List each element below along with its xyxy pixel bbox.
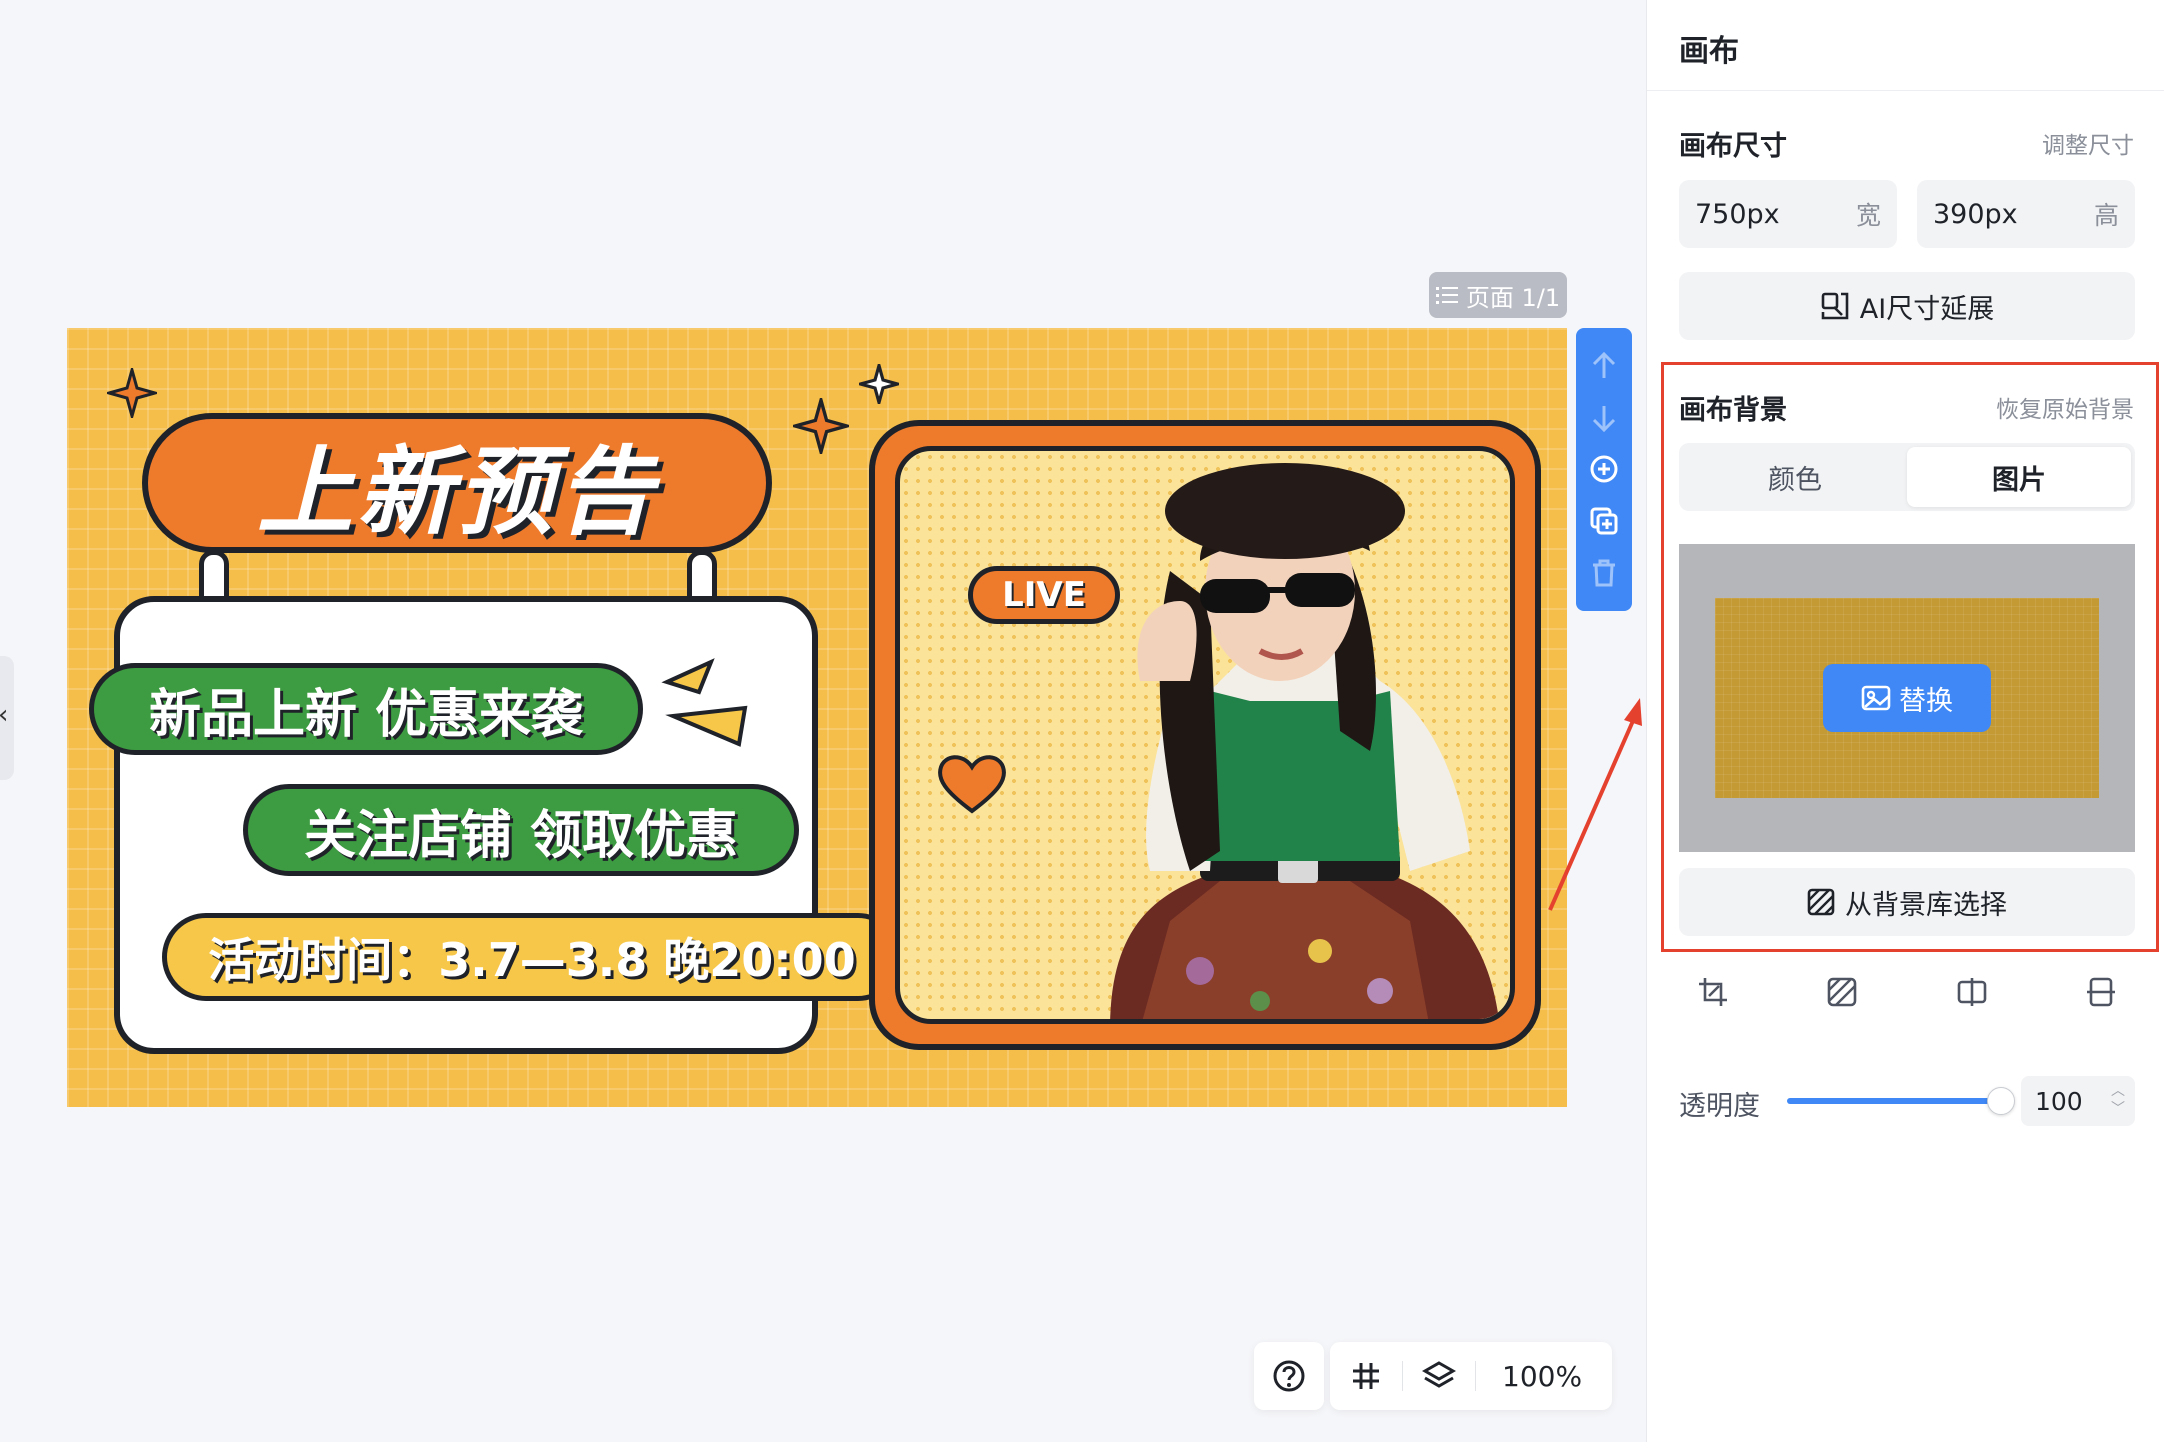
opacity-value: 100 (2035, 1086, 2083, 1116)
background-library-label: 从背景库选择 (1845, 889, 2007, 921)
opacity-slider-track[interactable] (1787, 1098, 1997, 1104)
ai-resize-icon (1821, 292, 1849, 320)
height-value: 390px (1933, 198, 2018, 230)
grid-icon (1353, 1363, 1379, 1389)
crop-icon (1699, 978, 1727, 1006)
toolbar-divider (1475, 1361, 1476, 1391)
flip-horizontal-button[interactable] (1952, 972, 1992, 1012)
banner-line2-pill: 关注店铺 领取优惠 (243, 784, 799, 876)
photo-area: LIVE (895, 446, 1515, 1024)
background-library-button[interactable]: 从背景库选择 (1679, 868, 2135, 936)
fill-pattern-button[interactable] (1822, 972, 1862, 1012)
chevron-left-icon: ‹ (0, 700, 8, 730)
flip-vertical-button[interactable] (2081, 972, 2121, 1012)
annotation-arrow (1548, 698, 1642, 911)
banner-line1: 新品上新 优惠来袭 (148, 684, 584, 745)
canvas-size-title: 画布尺寸 (1679, 131, 1787, 162)
move-up-button[interactable] (1588, 350, 1620, 382)
zoom-level[interactable]: 100% (1502, 1360, 1582, 1393)
arrow-up-icon (1592, 351, 1616, 378)
megaphone-decoration (661, 658, 748, 747)
banner-line3: 活动时间：3.7—3.8 晚20:00 (208, 933, 856, 987)
duplicate-icon (1590, 507, 1618, 535)
image-icon (1861, 685, 1891, 711)
flip-vertical-icon (2086, 977, 2115, 1007)
height-field[interactable]: 390px 高 (1917, 180, 2135, 248)
element-toolbar (1576, 328, 1632, 611)
tab-color[interactable]: 颜色 (1683, 447, 1907, 507)
banner-title: 上新预告 (257, 435, 657, 548)
canvas-banner[interactable]: 上新预告 新品上新 优惠来袭 关注店铺 领取优惠 活动时间：3.7—3.8 晚2… (67, 328, 1567, 1107)
background-tools (1679, 972, 2135, 1018)
view-toolbar: 100% (1330, 1342, 1612, 1410)
width-unit: 宽 (1855, 201, 1881, 230)
help-icon (1273, 1360, 1305, 1392)
page-indicator[interactable]: 页面 1/1 (1429, 272, 1567, 318)
layers-button[interactable] (1403, 1342, 1475, 1410)
canvas-properties-panel: 画布 画布尺寸 调整尺寸 750px 宽 390px 高 AI尺寸延展 画布背景… (1646, 0, 2164, 1442)
banner-line1-pill: 新品上新 优惠来袭 (89, 663, 643, 755)
ai-resize-label: AI尺寸延展 (1859, 293, 1995, 325)
duplicate-page-button[interactable] (1588, 505, 1620, 537)
arrow-down-icon (1592, 405, 1616, 432)
trash-icon (1593, 559, 1615, 587)
banner-line2: 关注店铺 领取优惠 (303, 805, 739, 866)
tab-image[interactable]: 图片 (1907, 447, 2131, 507)
opacity-input[interactable]: 100 ︿ ﹀ (2021, 1076, 2135, 1126)
stepper-arrows[interactable]: ︿ ﹀ (2111, 1082, 2125, 1118)
replace-label: 替换 (1899, 685, 1953, 717)
width-value: 750px (1695, 198, 1780, 230)
height-unit: 高 (2093, 201, 2119, 230)
add-page-button[interactable] (1588, 453, 1620, 485)
crop-button[interactable] (1693, 972, 1733, 1012)
page-indicator-label: 页面 1/1 (1465, 283, 1561, 312)
restore-background-link[interactable]: 恢复原始背景 (1996, 390, 2134, 424)
delete-page-button[interactable] (1588, 557, 1620, 589)
list-icon (1435, 287, 1458, 304)
width-field[interactable]: 750px 宽 (1679, 180, 1897, 248)
pattern-icon (1828, 977, 1857, 1007)
banner-line3-pill: 活动时间：3.7—3.8 晚20:00 (162, 913, 902, 1001)
left-panel-toggle[interactable]: ‹ (0, 656, 14, 780)
panel-divider (1647, 90, 2164, 91)
sparkle-decoration (107, 368, 157, 418)
sparkle-decoration (859, 364, 899, 404)
move-down-button[interactable] (1588, 402, 1620, 434)
canvas-background-title: 画布背景 (1679, 395, 1787, 426)
opacity-slider-handle[interactable] (1987, 1087, 2015, 1115)
background-type-tabs: 颜色 图片 (1679, 443, 2135, 511)
adjust-size-link[interactable]: 调整尺寸 (2042, 126, 2134, 160)
heart-decoration (938, 755, 1006, 814)
help-button[interactable] (1254, 1342, 1324, 1410)
flip-horizontal-icon (1957, 978, 1986, 1006)
banner-title-pill: 上新预告 (142, 413, 772, 553)
layers-icon (1422, 1361, 1456, 1388)
ai-resize-button[interactable]: AI尺寸延展 (1679, 272, 2135, 340)
sparkle-decoration (793, 398, 849, 454)
photo-frame: LIVE (869, 420, 1541, 1050)
plus-circle-icon (1590, 455, 1618, 483)
grid-toggle-button[interactable] (1330, 1342, 1402, 1410)
replace-background-button[interactable]: 替换 (1823, 664, 1991, 732)
pattern-icon (1807, 888, 1835, 916)
model-photo (1110, 463, 1499, 1019)
panel-title: 画布 (1679, 34, 1739, 69)
background-preview: 替换 (1679, 544, 2135, 852)
opacity-label: 透明度 (1679, 1091, 1760, 1122)
